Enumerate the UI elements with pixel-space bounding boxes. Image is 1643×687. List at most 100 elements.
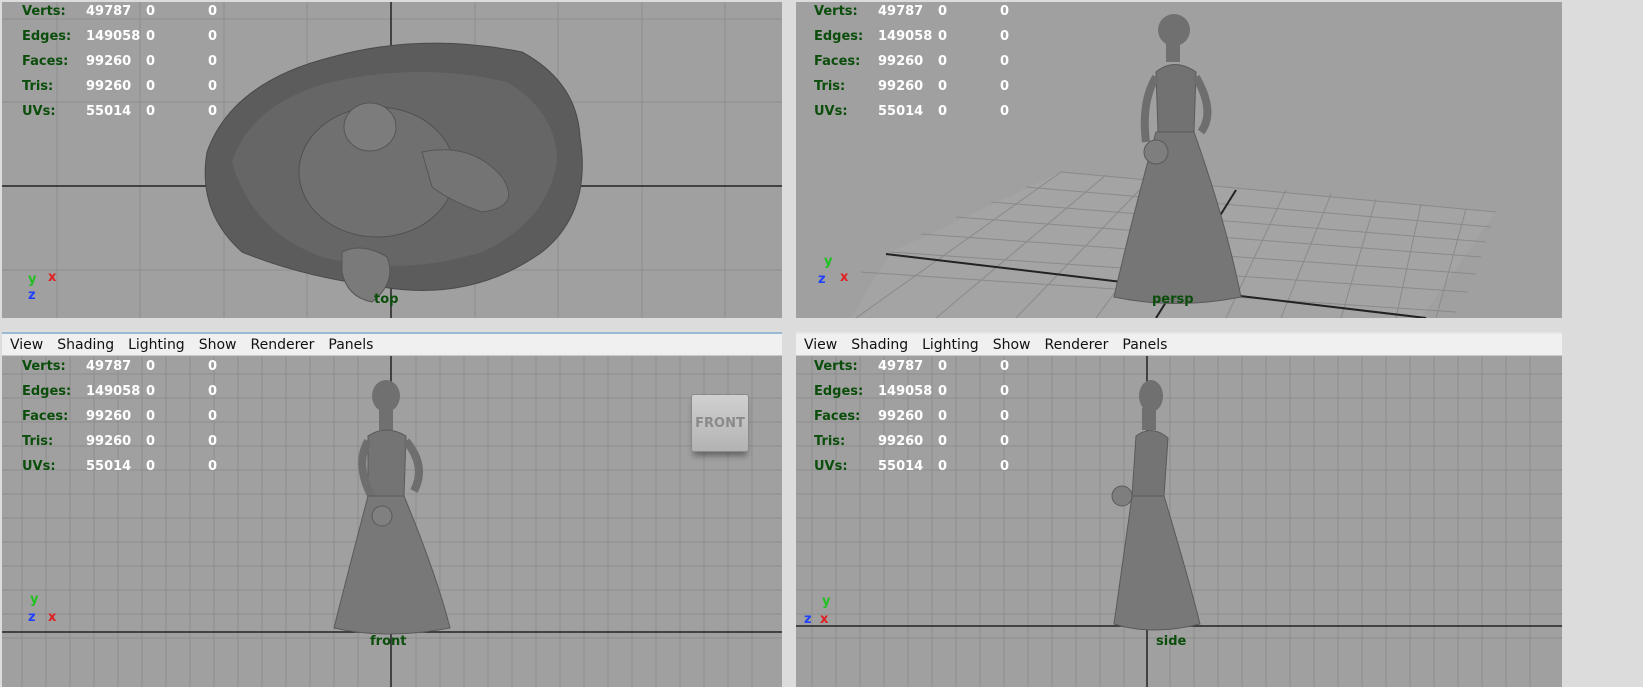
- stat-value: 0: [938, 104, 948, 119]
- stat-value: 0: [1000, 104, 1010, 119]
- viewport-front[interactable]: View Shading Lighting Show Renderer Pane…: [2, 332, 782, 687]
- hud-stats: Verts: 49787 0 0 Edges: 149058 0 0 Faces: 99260 0 0…: [22, 354, 238, 479]
- stat-value: 0: [938, 384, 948, 399]
- stat-value: 49787: [878, 359, 924, 374]
- stat-row: Verts: 49787 0 0: [814, 354, 1030, 379]
- axis-z-label: z: [28, 610, 36, 625]
- stat-value: 0: [1000, 459, 1010, 474]
- stat-value: 0: [1000, 79, 1010, 94]
- stat-value: 149058: [86, 29, 141, 44]
- stat-value: 0: [938, 79, 948, 94]
- stat-label: Tris:: [814, 434, 846, 449]
- stat-label: Tris:: [22, 79, 54, 94]
- stat-value: 0: [208, 459, 218, 474]
- camera-label-front: front: [370, 634, 407, 649]
- stat-value: 0: [146, 384, 156, 399]
- stat-value: 0: [208, 359, 218, 374]
- menu-view[interactable]: View: [804, 337, 843, 353]
- stat-value: 99260: [86, 79, 132, 94]
- model-top[interactable]: [204, 42, 583, 303]
- stat-value: 0: [146, 4, 156, 19]
- stat-row: Faces: 99260 0 0: [814, 49, 1030, 74]
- stat-value: 0: [208, 104, 218, 119]
- stat-value: 0: [1000, 384, 1010, 399]
- menu-lighting[interactable]: Lighting: [922, 337, 985, 353]
- stat-value: 0: [208, 79, 218, 94]
- axis-z-label: z: [28, 288, 36, 303]
- stat-value: 99260: [878, 79, 924, 94]
- stat-value: 149058: [86, 384, 141, 399]
- stat-label: UVs:: [814, 459, 848, 474]
- menu-show[interactable]: Show: [993, 337, 1037, 353]
- stat-row: Edges: 149058 0 0: [22, 379, 238, 404]
- stat-label: Verts:: [22, 4, 66, 19]
- hud-stats: Verts: 49787 0 0 Edges: 149058 0 0 Faces: 99260 0 0…: [814, 2, 1030, 124]
- viewcube[interactable]: FRONT: [691, 394, 749, 452]
- stat-value: 0: [938, 434, 948, 449]
- model-side[interactable]: [1111, 380, 1201, 631]
- stat-value: 0: [938, 29, 948, 44]
- camera-label-persp: persp: [1152, 292, 1194, 307]
- stat-value: 0: [1000, 434, 1010, 449]
- stat-value: 0: [1000, 409, 1010, 424]
- stat-value: 0: [208, 384, 218, 399]
- stat-value: 0: [146, 29, 156, 44]
- stat-label: UVs:: [22, 104, 56, 119]
- stat-label: Faces:: [22, 409, 69, 424]
- stat-row: Faces: 99260 0 0: [814, 404, 1030, 429]
- stat-row: Faces: 99260 0 0: [22, 404, 238, 429]
- menu-show[interactable]: Show: [199, 337, 243, 353]
- stat-label: Tris:: [22, 434, 54, 449]
- stat-value: 99260: [878, 54, 924, 69]
- stat-row: Edges: 149058 0 0: [814, 379, 1030, 404]
- menu-panels[interactable]: Panels: [328, 337, 379, 353]
- menu-shading[interactable]: Shading: [57, 337, 120, 353]
- stat-value: 49787: [86, 4, 132, 19]
- axis-x-label: x: [820, 612, 829, 627]
- stat-value: 0: [208, 29, 218, 44]
- stat-value: 99260: [86, 434, 132, 449]
- viewport-persp[interactable]: Verts: 49787 0 0 Edges: 149058 0 0 Faces: 99260 0 0…: [796, 2, 1562, 318]
- stat-value: 55014: [878, 459, 924, 474]
- menu-renderer[interactable]: Renderer: [250, 337, 320, 353]
- stat-value: 55014: [86, 459, 132, 474]
- viewport-top[interactable]: Verts: 49787 0 0 Edges: 149058 0 0 Faces: 99260 0 0…: [2, 2, 782, 318]
- stat-value: 0: [146, 359, 156, 374]
- axis-x-label: x: [840, 270, 849, 285]
- stat-label: Tris:: [814, 79, 846, 94]
- stat-value: 0: [938, 4, 948, 19]
- stat-value: 0: [146, 104, 156, 119]
- model-persp[interactable]: [1113, 14, 1242, 304]
- stat-value: 0: [146, 79, 156, 94]
- stat-value: 0: [938, 409, 948, 424]
- front-menubar: View Shading Lighting Show Renderer Pane…: [2, 334, 782, 356]
- stat-row: Tris: 99260 0 0: [814, 429, 1030, 454]
- stat-label: Edges:: [22, 384, 72, 399]
- stat-value: 99260: [878, 409, 924, 424]
- stat-value: 0: [1000, 29, 1010, 44]
- stat-value: 0: [1000, 54, 1010, 69]
- menu-renderer[interactable]: Renderer: [1044, 337, 1114, 353]
- menu-view[interactable]: View: [10, 337, 49, 353]
- viewport-side[interactable]: View Shading Lighting Show Renderer Pane…: [796, 332, 1562, 687]
- stat-row: Verts: 49787 0 0: [22, 354, 238, 379]
- stat-label: Faces:: [22, 54, 69, 69]
- stat-label: UVs:: [814, 104, 848, 119]
- side-menubar: View Shading Lighting Show Renderer Pane…: [796, 334, 1562, 356]
- menu-lighting[interactable]: Lighting: [128, 337, 191, 353]
- stat-label: Edges:: [814, 29, 864, 44]
- axis-y-label: y: [822, 594, 831, 609]
- axis-indicator: y z x: [804, 594, 844, 630]
- stat-value: 0: [938, 54, 948, 69]
- axis-z-label: z: [818, 272, 826, 287]
- stat-label: UVs:: [22, 459, 56, 474]
- model-front[interactable]: [333, 380, 451, 635]
- menu-panels[interactable]: Panels: [1122, 337, 1173, 353]
- axis-y-label: y: [28, 272, 37, 287]
- stat-value: 0: [146, 409, 156, 424]
- menu-shading[interactable]: Shading: [851, 337, 914, 353]
- stat-label: Faces:: [814, 409, 861, 424]
- stat-value: 0: [146, 54, 156, 69]
- stat-value: 99260: [878, 434, 924, 449]
- stat-row: UVs: 55014 0 0: [22, 454, 238, 479]
